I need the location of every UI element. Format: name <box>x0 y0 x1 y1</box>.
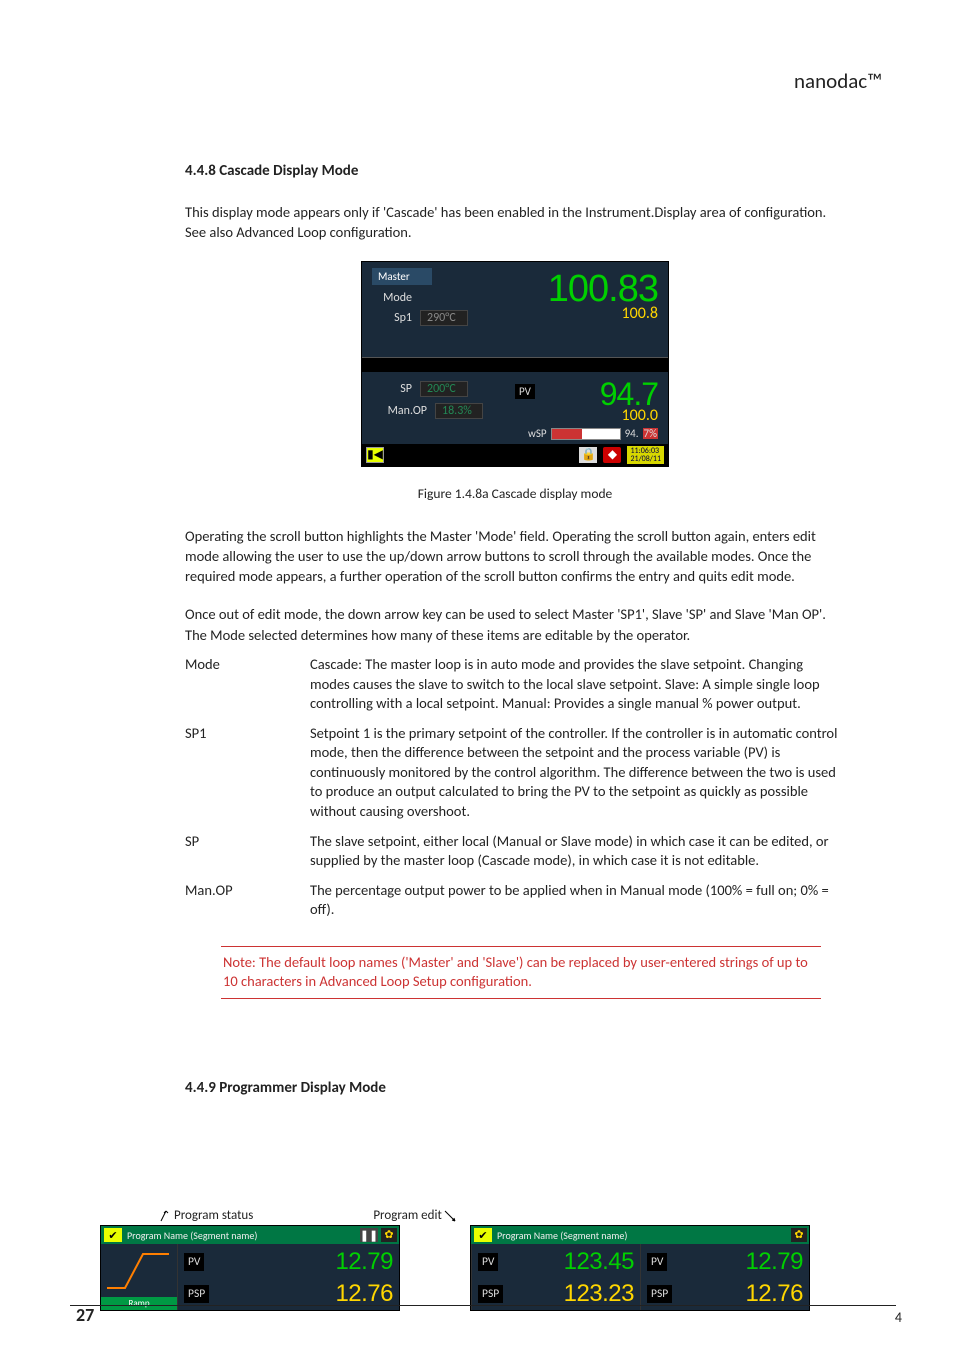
pv-value: 12.79 <box>335 1248 393 1276</box>
program-edit-label: Program edit <box>373 1208 455 1223</box>
slave-pv-value: 94.7 <box>517 378 658 410</box>
section-448-intro: This display mode appears only if 'Casca… <box>185 202 845 243</box>
program-name: Program Name (Segment name) <box>125 1229 357 1242</box>
def-term: SP1 <box>185 724 310 822</box>
psp-label: PSP <box>184 1285 209 1303</box>
psp-value: 12.76 <box>335 1280 393 1308</box>
psp-label: PSP <box>647 1285 672 1303</box>
programmer-fig-right: ✔ Program Name (Segment name) ✿ PV 123.4… <box>470 1225 810 1311</box>
status-alarm-icon: ◆ <box>603 447 621 463</box>
psp-label: PSP <box>478 1285 503 1303</box>
master-pv-value: 100.83 <box>517 270 658 308</box>
wsp-pct: 7% <box>643 428 658 439</box>
pv-value: 12.79 <box>745 1248 803 1276</box>
def-term: Man.OP <box>185 881 310 920</box>
pv-label: PV <box>515 384 535 399</box>
wsp-label: wSP <box>528 428 547 439</box>
pv-label: PV <box>184 1253 204 1271</box>
cascade-figure: Master Mode Sp1 290°C 100.83 100.8 SP 20… <box>361 261 669 467</box>
sp-value: 200°C <box>420 381 468 397</box>
figure-caption: Figure 1.4.8a Cascade display mode <box>185 485 845 502</box>
def-desc: Cascade: The master loop is in auto mode… <box>310 655 845 714</box>
def-desc: The percentage output power to be applie… <box>310 881 845 920</box>
main-content: 4.4.8 Cascade Display Mode This display … <box>185 162 845 1119</box>
gear-icon: ✿ <box>381 1228 397 1242</box>
slave-sp-value: 100.0 <box>517 408 658 424</box>
status-lock-icon: 🔒 <box>579 447 597 463</box>
manop-label: Man.OP <box>372 405 427 417</box>
run-status-icon: ✔ <box>474 1228 492 1242</box>
def-term: SP <box>185 832 310 871</box>
run-status-icon: ✔ <box>104 1228 122 1242</box>
page-number-right-fragment: 4 <box>895 1309 902 1326</box>
definitions-list: ModeCascade: The master loop is in auto … <box>185 655 845 920</box>
pause-icon: ❚❚ <box>360 1228 378 1242</box>
section-448-p2: Once out of edit mode, the down arrow ke… <box>185 604 845 645</box>
pv-label: PV <box>647 1253 667 1271</box>
manop-value: 18.3% <box>435 403 483 419</box>
section-448-p1: Operating the scroll button highlights t… <box>185 526 845 587</box>
status-run-icon: ▮◀ <box>366 447 384 463</box>
psp-value: 12.76 <box>745 1280 803 1308</box>
mode-label: Mode <box>372 292 412 304</box>
sp1-value: 290°C <box>420 310 468 326</box>
note-box: Note: The default loop names ('Master' a… <box>221 946 821 999</box>
sp-label: SP <box>372 383 412 395</box>
status-time: 11:06:0321/08/11 <box>627 446 664 464</box>
program-name: Program Name (Segment name) <box>495 1229 791 1242</box>
pv-label: PV <box>478 1253 498 1271</box>
ramp-label: Ramp <box>101 1297 177 1310</box>
psp-value: 123.23 <box>564 1280 634 1308</box>
gear-icon: ✿ <box>791 1228 807 1242</box>
page-divider <box>70 1305 896 1306</box>
header-brand: nanodac™ <box>794 68 882 94</box>
ramp-icon <box>103 1246 173 1292</box>
page-number-left: 27 <box>76 1304 94 1326</box>
def-desc: The slave setpoint, either local (Manual… <box>310 832 845 871</box>
section-449-title: 4.4.9 Programmer Display Mode <box>185 1079 845 1097</box>
def-term: Mode <box>185 655 310 714</box>
programmer-fig-left: ✔ Program Name (Segment name) ❚❚ ✿ Ramp … <box>100 1225 400 1311</box>
wsp-value: 94. <box>625 428 639 439</box>
master-label: Master <box>372 268 432 285</box>
program-status-label: Program status <box>160 1208 253 1223</box>
pv-value: 123.45 <box>564 1248 634 1276</box>
sp1-label: Sp1 <box>372 312 412 324</box>
programmer-figures: Program status Program edit ✔ Program Na… <box>100 1208 894 1311</box>
status-bar: ▮◀ 🔒 ◆ 11:06:0321/08/11 <box>362 444 668 466</box>
section-448-title: 4.4.8 Cascade Display Mode <box>185 162 845 180</box>
def-desc: Setpoint 1 is the primary setpoint of th… <box>310 724 845 822</box>
